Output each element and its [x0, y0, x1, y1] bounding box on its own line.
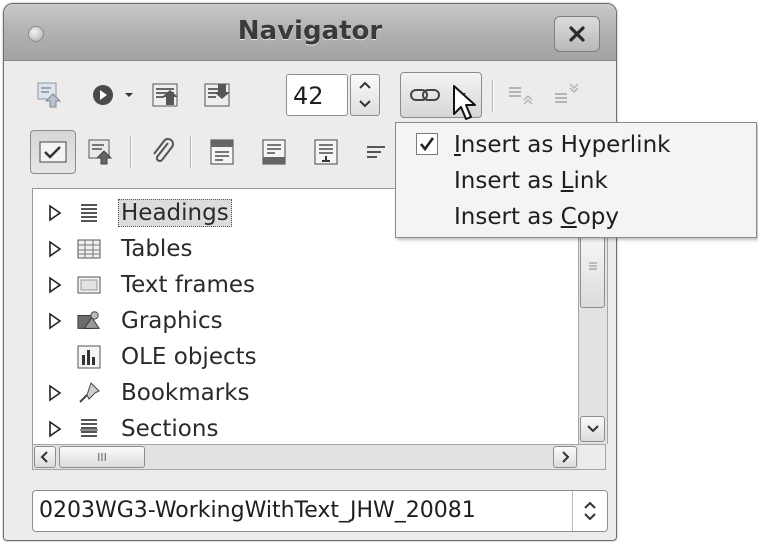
- tree-item-label: Bookmarks: [121, 380, 250, 406]
- tree-item-label: OLE objects: [121, 344, 257, 370]
- checkbox[interactable]: [416, 133, 438, 155]
- header-icon: [210, 139, 234, 165]
- document-select[interactable]: 0203WG3-WorkingWithText_JHW_20081: [32, 490, 608, 532]
- demote-level-icon: [555, 83, 579, 103]
- next-icon: [204, 83, 230, 107]
- menu-item-label: Insert as Copy: [454, 204, 620, 230]
- close-icon: [569, 26, 585, 42]
- document-select-arrows[interactable]: [572, 491, 607, 531]
- demote-level-button[interactable]: [550, 78, 584, 112]
- table-icon: [77, 236, 101, 262]
- anchor-text-icon: [314, 139, 338, 165]
- menu-item-label: Insert as Link: [454, 168, 608, 194]
- promote-level-icon: [509, 87, 533, 105]
- list-box-toggle-button[interactable]: [30, 130, 76, 174]
- updown-arrow-icon: [584, 501, 596, 521]
- menu-item-insert-as-copy[interactable]: Insert as Copy: [396, 199, 756, 235]
- navigation-button[interactable]: [88, 80, 118, 110]
- reminder-button[interactable]: [144, 134, 180, 170]
- footer-icon: [262, 139, 286, 165]
- chapter-move-button[interactable]: [360, 134, 390, 170]
- ole-chart-icon: [77, 344, 101, 370]
- tree-item-label: Sections: [121, 416, 219, 442]
- content-view-icon: [88, 139, 113, 165]
- next-button[interactable]: [200, 78, 234, 112]
- page-number-input[interactable]: 42: [286, 74, 348, 116]
- grip-icon: [588, 262, 597, 270]
- scroll-left-button[interactable]: [34, 446, 56, 468]
- drag-mode-menu: Insert as Hyperlink Insert as Link Inser…: [395, 122, 757, 238]
- stepper-down-icon: [359, 100, 371, 108]
- expand-arrow-icon[interactable]: [47, 420, 63, 438]
- window-title: Navigator: [237, 16, 383, 46]
- graphics-icon: [77, 308, 101, 334]
- tree-item-graphics[interactable]: Graphics: [33, 303, 579, 339]
- chevron-right-icon: [562, 451, 570, 463]
- expand-arrow-icon[interactable]: [47, 204, 63, 222]
- toolbar-separator: [190, 136, 191, 168]
- chain-link-icon: [410, 89, 440, 101]
- horizontal-scroll-thumb[interactable]: III: [59, 446, 145, 468]
- headings-icon: [77, 200, 101, 226]
- paperclip-icon: [153, 138, 174, 162]
- expand-arrow-icon[interactable]: [47, 312, 63, 330]
- toolbar-separator: [130, 136, 131, 168]
- tree-item-sections[interactable]: Sections: [33, 411, 579, 445]
- navigation-dropdown-button[interactable]: [122, 86, 136, 104]
- navigation-circle-icon: [93, 85, 113, 105]
- page-number-stepper[interactable]: [350, 74, 380, 116]
- scroll-right-button[interactable]: [553, 446, 577, 468]
- navigation-toggle-button[interactable]: [34, 78, 68, 112]
- tree-item-label: Headings: [118, 199, 232, 227]
- heading-levels-icon: [367, 146, 385, 158]
- document-select-value: 0203WG3-WorkingWithText_JHW_20081: [39, 498, 476, 523]
- list-box-icon: [39, 141, 67, 163]
- expand-arrow-icon[interactable]: [47, 240, 63, 258]
- tree-item-bookmarks[interactable]: Bookmarks: [33, 375, 579, 411]
- mouse-cursor-icon: [453, 85, 476, 120]
- sections-icon: [77, 416, 101, 442]
- header-button[interactable]: [204, 134, 240, 170]
- toolbar-separator: [492, 80, 493, 112]
- content-view-button[interactable]: [84, 134, 120, 170]
- menu-item-label: Insert as Hyperlink: [454, 132, 671, 158]
- previous-icon: [152, 83, 178, 107]
- stepper-up-icon: [359, 81, 371, 89]
- footer-button[interactable]: [256, 134, 292, 170]
- tree-item-text-frames[interactable]: Text frames: [33, 267, 579, 303]
- text-frame-icon: [77, 272, 101, 298]
- horizontal-scrollbar[interactable]: III: [32, 444, 606, 470]
- promote-level-button[interactable]: [504, 78, 538, 112]
- chevron-down-icon: [125, 93, 133, 97]
- checkmark-icon: [419, 137, 435, 152]
- pushpin-icon: [77, 380, 101, 406]
- expand-arrow-icon[interactable]: [47, 384, 63, 402]
- chevron-down-icon: [586, 425, 599, 433]
- navigation-toggle-icon: [37, 82, 62, 108]
- tree-item-label: Tables: [121, 236, 193, 262]
- menu-item-insert-as-link[interactable]: Insert as Link: [396, 163, 756, 199]
- tree-item-ole-objects[interactable]: OLE objects: [33, 339, 579, 375]
- scrollbar-corner: [579, 445, 605, 469]
- close-button[interactable]: [554, 16, 600, 52]
- tree-item-label: Graphics: [121, 308, 223, 334]
- menu-item-insert-as-hyperlink[interactable]: Insert as Hyperlink: [396, 127, 756, 163]
- anchor-text-button[interactable]: [308, 134, 344, 170]
- expand-arrow-icon[interactable]: [47, 276, 63, 294]
- scroll-down-button[interactable]: [580, 416, 605, 442]
- chevron-left-icon: [40, 451, 48, 463]
- navigator-window: Navigator 42 Headings Tables Text frames…: [3, 3, 617, 541]
- tree-item-label: Text frames: [121, 272, 256, 298]
- previous-button[interactable]: [148, 78, 182, 112]
- title-bar[interactable]: Navigator: [4, 4, 616, 61]
